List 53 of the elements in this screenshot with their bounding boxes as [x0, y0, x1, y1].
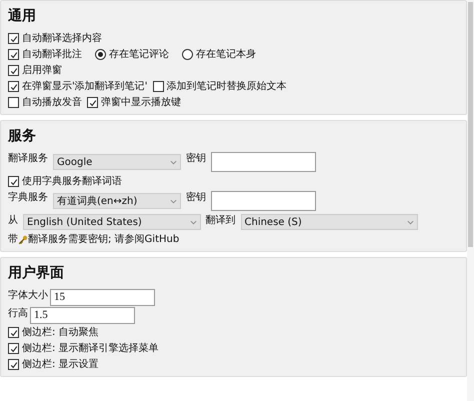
text-field[interactable] [211, 191, 316, 211]
key-icon [18, 234, 28, 244]
text-field[interactable]: 1.5 [30, 307, 135, 324]
field-label: 翻译服务 [8, 152, 48, 165]
checkbox-label: 自动翻译选择内容 [22, 32, 102, 45]
radio-button[interactable] [182, 49, 193, 60]
text-field[interactable] [211, 152, 316, 172]
chevron-down-icon [170, 160, 177, 164]
checkbox[interactable] [8, 176, 19, 187]
radio-button[interactable] [95, 49, 106, 60]
checkbox[interactable] [8, 97, 19, 108]
checkbox[interactable] [8, 33, 19, 44]
field-label: 密钥 [186, 152, 206, 165]
field-label: 字典服务 [8, 191, 48, 204]
checkbox[interactable] [8, 359, 19, 370]
dropdown[interactable]: 有道词典(en↔zh) [53, 193, 181, 209]
checkbox-label: 侧边栏: 自动聚焦 [22, 326, 99, 339]
checkbox[interactable] [152, 81, 164, 92]
checkbox-label: 自动播放发音 [22, 96, 82, 109]
checkbox-label: 在弹窗显示'添加翻译到笔记' [22, 80, 148, 93]
field-label: 从 [8, 214, 18, 227]
checkbox-label: 添加到笔记时替换原始文本 [166, 80, 286, 93]
chevron-down-icon [170, 198, 177, 204]
radio-label: 存在笔记评论 [109, 48, 169, 61]
radio-label: 存在笔记本身 [196, 48, 256, 61]
section-title: 服务 [8, 127, 37, 145]
checkbox-label: 自动翻译批注 [22, 48, 82, 61]
note-text: 带 [8, 233, 18, 246]
field-label: 行高 [8, 307, 28, 320]
field-label: 字体大小 [8, 289, 48, 302]
checkbox-label: 侧边栏: 显示设置 [22, 358, 99, 371]
checkbox[interactable] [8, 49, 19, 60]
text-field[interactable]: 15 [50, 289, 155, 306]
scrollbar[interactable] [467, 0, 474, 401]
checkbox[interactable] [87, 97, 98, 108]
checkbox-label: 侧边栏: 显示翻译引擎选择菜单 [22, 342, 159, 355]
dropdown[interactable]: Google [53, 154, 181, 170]
chevron-down-icon [407, 220, 414, 224]
checkbox-label: 弹窗中显示播放键 [101, 96, 181, 109]
dropdown[interactable]: English (United States) [23, 214, 200, 230]
chevron-down-icon [190, 220, 196, 224]
checkbox-label: 使用字典服务翻译词语 [22, 175, 122, 188]
checkbox[interactable] [8, 343, 19, 354]
checkbox[interactable] [8, 81, 19, 92]
dropdown[interactable]: Chinese (S) [240, 214, 418, 230]
checkbox-label: 启用弹窗 [22, 64, 62, 77]
section-title: 通用 [8, 7, 37, 25]
note-text: 翻译服务需要密钥; 请参阅GitHub [28, 233, 180, 246]
section-title: 用户界面 [8, 264, 65, 282]
field-label: 密钥 [186, 191, 206, 204]
field-label: 翻译到 [206, 214, 236, 227]
checkbox[interactable] [8, 327, 19, 338]
checkbox[interactable] [8, 65, 19, 76]
